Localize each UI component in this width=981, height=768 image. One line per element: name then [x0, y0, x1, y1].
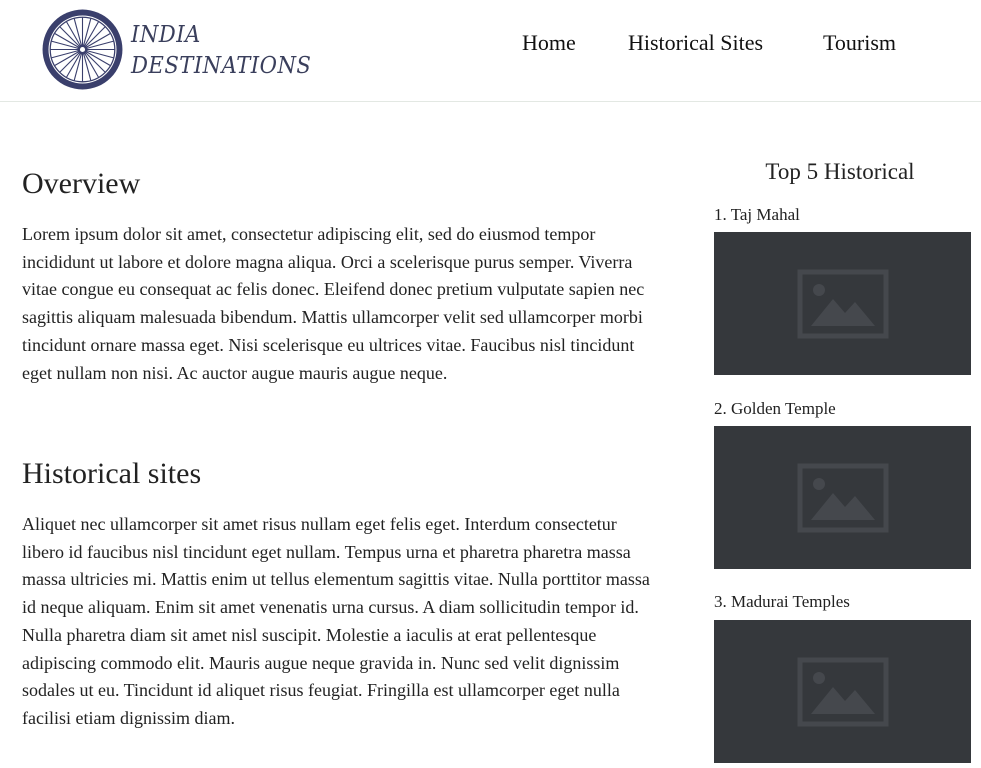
sidebar-item-label[interactable]: 3. Madurai Temples	[714, 592, 850, 612]
nav-historical-sites-link[interactable]: Historical Sites	[628, 30, 763, 56]
sidebar-item-label[interactable]: 2. Golden Temple	[714, 399, 836, 419]
image-placeholder-icon	[797, 463, 888, 532]
nav-tourism-link[interactable]: Tourism	[823, 30, 896, 56]
historical-sites-text: Aliquet nec ullamcorper sit amet risus n…	[22, 514, 650, 728]
brand-line-1: INDIA	[131, 22, 201, 48]
brand-name[interactable]: INDIA DESTINATIONS	[131, 20, 311, 82]
site-header: INDIA DESTINATIONS Home Historical Sites…	[0, 0, 981, 102]
image-placeholder-icon	[797, 657, 888, 726]
madurai-temples-image[interactable]	[714, 620, 971, 763]
sidebar-title: Top 5 Historical	[765, 159, 915, 184]
image-placeholder-icon	[797, 269, 888, 338]
overview-heading: Overview	[22, 167, 141, 200]
sidebar-item-label[interactable]: 1. Taj Mahal	[714, 205, 800, 225]
overview-text: Lorem ipsum dolor sit amet, consectetur …	[22, 224, 645, 383]
taj-mahal-image[interactable]	[714, 232, 971, 375]
golden-temple-image[interactable]	[714, 426, 971, 569]
brand-line-2: DESTINATIONS	[131, 53, 312, 79]
ashoka-chakra-logo-icon[interactable]	[40, 7, 125, 92]
nav-home-link[interactable]: Home	[522, 30, 576, 56]
historical-sites-heading: Historical sites	[22, 457, 202, 490]
